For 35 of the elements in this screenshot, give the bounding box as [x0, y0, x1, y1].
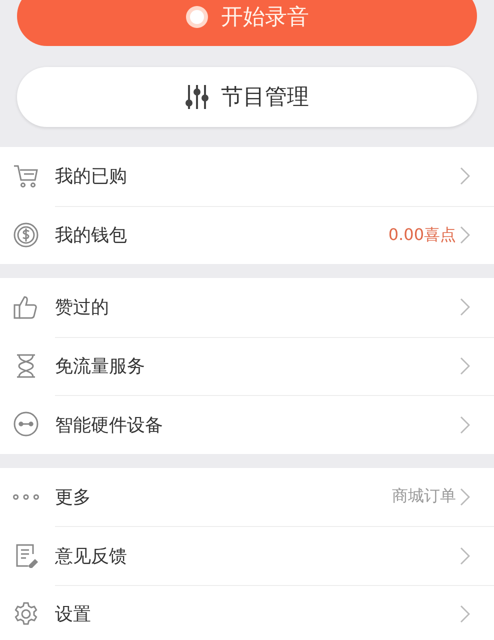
chevron-right-icon [460, 226, 470, 244]
menu-label: 赞过的 [55, 296, 110, 320]
menu-row[interactable]: 我的钱包 0.00喜点 [0, 206, 494, 264]
menu-row[interactable]: 免流量服务 [0, 336, 494, 395]
menu-row[interactable]: 我的已购 [0, 147, 494, 206]
menu-row[interactable]: 意见反馈 [0, 526, 494, 584]
thumbs-up-icon [13, 294, 39, 320]
chevron-right-icon [460, 605, 470, 624]
menu-row[interactable]: 智能硬件设备 [0, 395, 494, 454]
menu-value: 商城订单 [392, 486, 456, 508]
menu-label: 我的已购 [55, 165, 128, 188]
menu-row[interactable]: 更多 商城订单 [0, 468, 494, 526]
link-circle-icon [13, 411, 39, 438]
menu-label: 设置 [55, 603, 92, 626]
menu-row[interactable]: 设置 [0, 584, 494, 640]
chevron-right-icon [460, 298, 470, 316]
settings-icon [13, 600, 39, 627]
menu-value: 0.00喜点 [388, 224, 456, 246]
chevron-right-icon [460, 357, 470, 376]
menu-label: 更多 [55, 486, 92, 509]
chevron-right-icon [460, 488, 470, 506]
dollar-coin-icon [13, 222, 39, 248]
menu-row[interactable]: 赞过的 [0, 278, 494, 336]
chevron-right-icon [460, 167, 470, 186]
more-dots-icon [13, 494, 39, 500]
menu-label: 意见反馈 [55, 544, 128, 568]
sliders-icon [185, 84, 209, 110]
cart-icon [13, 163, 39, 190]
menu-label: 我的钱包 [55, 224, 128, 248]
chevron-right-icon [460, 546, 470, 565]
program-manage-button[interactable]: 节目管理 [17, 67, 477, 127]
menu-label: 免流量服务 [55, 355, 146, 378]
chevron-right-icon [460, 416, 470, 434]
menu-label: 智能硬件设备 [55, 414, 164, 437]
record-dot-icon [185, 4, 209, 28]
